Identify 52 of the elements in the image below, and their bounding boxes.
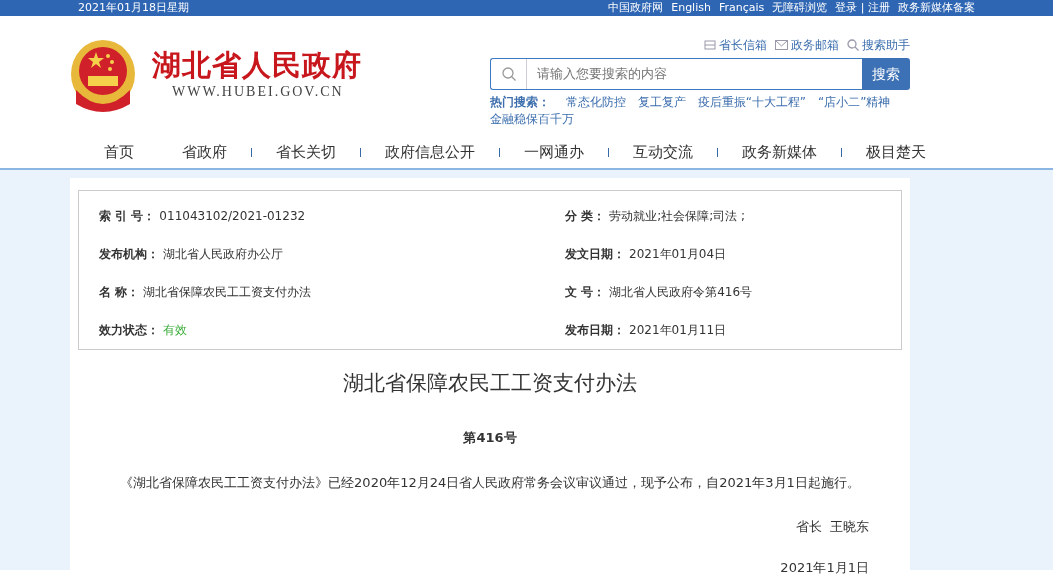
document-number: 第416号: [462, 428, 518, 447]
date-text: 2021年01月18日星期: [78, 1, 189, 14]
info-value: 2021年01月11日: [629, 322, 727, 339]
info-value: 有效: [163, 322, 187, 339]
nav-link[interactable]: 政务新媒体: [718, 140, 841, 164]
top-link[interactable]: English: [671, 0, 711, 16]
hot-search-link[interactable]: 常态化防控: [566, 95, 626, 109]
article-title: 湖北省保障农民工工资支付办法: [342, 370, 638, 397]
site-title: 湖北省人民政府: [152, 49, 362, 82]
article-text: 《湖北省保障农民工工资支付办法》已经2020年12月24日省人民政府常务会议审议通过，现予公布，自2021年3月1日起施行。: [119, 474, 861, 492]
header-link[interactable]: 政务邮箱: [791, 36, 839, 54]
info-value: 劳动就业;社会保障;司法 ;: [609, 208, 746, 225]
info-value: 湖北省人民政府办公厅: [163, 246, 283, 263]
nav-link[interactable]: 省长关切: [252, 140, 360, 164]
hot-search-link[interactable]: 复工复产: [637, 95, 686, 109]
hot-search-label: 热门搜索：: [490, 95, 550, 109]
top-link[interactable]: 政务新媒体备案: [898, 0, 975, 16]
header-link[interactable]: 搜索助手: [862, 36, 910, 54]
nav-link[interactable]: 首页: [80, 140, 158, 164]
top-link[interactable]: 登录 | 注册: [835, 0, 890, 16]
search-button[interactable]: 搜索: [862, 58, 910, 90]
hot-search-link[interactable]: 疫后重振“十大工程”: [697, 95, 807, 109]
info-label: 效力状态：: [99, 322, 159, 339]
info-value: 2021年01月04日: [629, 246, 727, 263]
search-icon: [847, 39, 859, 51]
nav-link[interactable]: 省政府: [158, 140, 251, 164]
hot-search-link[interactable]: 金融稳保百千万: [490, 112, 574, 126]
hot-search-link[interactable]: “店小二”精神: [817, 95, 891, 109]
tray-icon: [704, 40, 716, 50]
info-label: 索 引 号：: [99, 208, 156, 225]
signature: 省长 王晓东: [795, 518, 869, 534]
info-value: 湖北省人民政府令第416号: [609, 284, 753, 301]
nav-link[interactable]: 极目楚天: [842, 140, 950, 164]
info-label: 名 称：: [99, 284, 140, 301]
header-link[interactable]: 省长信箱: [719, 36, 767, 54]
info-value: 湖北省保障农民工工资支付办法: [143, 284, 312, 301]
info-value: 011043102/2021-01232: [159, 208, 306, 225]
info-label: 发文日期：: [565, 246, 625, 263]
nav-link[interactable]: 一网通办: [500, 140, 608, 164]
signing-date: 2021年1月1日: [780, 560, 869, 575]
info-label: 发布机构：: [99, 246, 159, 263]
top-link[interactable]: 中国政府网: [608, 0, 664, 16]
site-url: WWW.HUBEI.GOV.CN: [172, 83, 345, 102]
nav-link[interactable]: 互动交流: [609, 140, 717, 164]
search-field[interactable]: 请输入您要搜索的内容: [490, 58, 862, 90]
info-label: 文 号：: [565, 284, 606, 301]
info-label: 发布日期：: [565, 322, 625, 339]
top-link[interactable]: Français: [718, 0, 765, 16]
info-label: 分 类：: [565, 208, 606, 225]
nav-link[interactable]: 政府信息公开: [361, 140, 499, 164]
envelope-icon: [775, 40, 788, 50]
top-link[interactable]: 无障碍浏览: [772, 0, 828, 16]
